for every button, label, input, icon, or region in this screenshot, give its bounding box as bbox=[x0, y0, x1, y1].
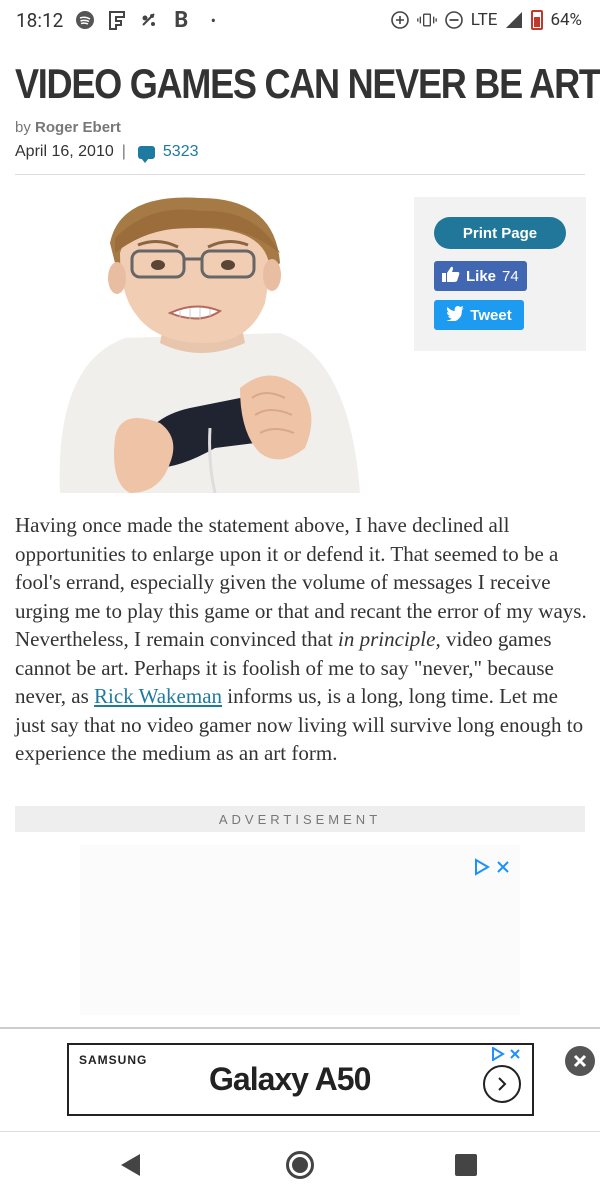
tweet-button[interactable]: Tweet bbox=[434, 300, 524, 330]
comment-icon[interactable] bbox=[137, 145, 155, 163]
signal-icon bbox=[504, 10, 524, 30]
twitter-bird-icon bbox=[446, 305, 465, 325]
spotify-icon bbox=[75, 10, 95, 30]
banner-ad-choices[interactable] bbox=[491, 1046, 521, 1064]
article-photo bbox=[40, 193, 370, 493]
chevron-right-icon[interactable] bbox=[483, 1065, 521, 1103]
rick-wakeman-link[interactable]: Rick Wakeman bbox=[94, 684, 222, 708]
close-banner-icon[interactable] bbox=[565, 1046, 595, 1076]
status-time: 18:12 bbox=[16, 8, 64, 32]
share-box: Print Page Like 74 Tweet bbox=[414, 197, 586, 351]
banner-model: Galaxy A50 bbox=[209, 1061, 371, 1097]
banner-x-icon[interactable] bbox=[509, 1047, 521, 1064]
author-name[interactable]: Roger Ebert bbox=[35, 119, 121, 136]
print-page-button[interactable]: Print Page bbox=[434, 217, 566, 249]
article-title: VIDEO GAMES CAN NEVER BE ART bbox=[15, 60, 600, 107]
bold-b-icon: B bbox=[174, 7, 189, 33]
byline: by Roger Ebert bbox=[15, 119, 121, 136]
byline-prefix: by bbox=[15, 119, 31, 136]
back-icon[interactable] bbox=[121, 1154, 140, 1176]
location-plus-icon bbox=[390, 10, 410, 30]
vibrate-icon bbox=[416, 10, 437, 30]
meta-separator: | bbox=[121, 143, 126, 160]
like-label: Like bbox=[466, 267, 497, 285]
like-count: 74 bbox=[502, 267, 519, 285]
thumbs-up-icon bbox=[442, 266, 460, 286]
boy-with-controller-illustration bbox=[40, 193, 370, 493]
ad-close-x-icon[interactable] bbox=[496, 858, 510, 881]
advertisement-label: ADVERTISEMENT bbox=[15, 806, 585, 832]
tweet-label: Tweet bbox=[470, 306, 512, 324]
battery-percent: 64% bbox=[550, 10, 582, 30]
battery-icon bbox=[531, 10, 544, 30]
facebook-like-button[interactable]: Like 74 bbox=[434, 261, 527, 291]
ad-choices[interactable] bbox=[474, 858, 510, 881]
comment-count[interactable]: 5323 bbox=[163, 143, 199, 161]
dot-icon: • bbox=[210, 10, 217, 30]
do-not-disturb-icon bbox=[444, 10, 464, 30]
flipboard-icon bbox=[107, 10, 127, 30]
network-type: LTE bbox=[470, 10, 498, 30]
bitmoji-icon bbox=[139, 10, 159, 30]
home-icon[interactable] bbox=[286, 1151, 314, 1179]
samsung-banner-ad[interactable]: SAMSUNG Galaxy A50 bbox=[67, 1043, 534, 1116]
banner-divider bbox=[0, 1027, 600, 1029]
publish-date: April 16, 2010 bbox=[15, 143, 114, 160]
system-nav-bar bbox=[0, 1132, 600, 1200]
adchoices-play-icon[interactable] bbox=[474, 858, 490, 881]
header-divider bbox=[15, 174, 585, 175]
emphasis-in-principle: in principle, bbox=[338, 627, 441, 651]
banner-brand: SAMSUNG bbox=[79, 1053, 148, 1067]
ad-content-area[interactable] bbox=[80, 845, 520, 1015]
status-bar: 18:12 B • LTE 64% bbox=[0, 0, 600, 40]
article-meta: April 16, 2010 | 5323 bbox=[15, 143, 199, 163]
banner-adchoices-icon[interactable] bbox=[491, 1046, 505, 1064]
recent-apps-icon[interactable] bbox=[455, 1154, 477, 1176]
article-body: Having once made the statement above, I … bbox=[15, 511, 590, 768]
